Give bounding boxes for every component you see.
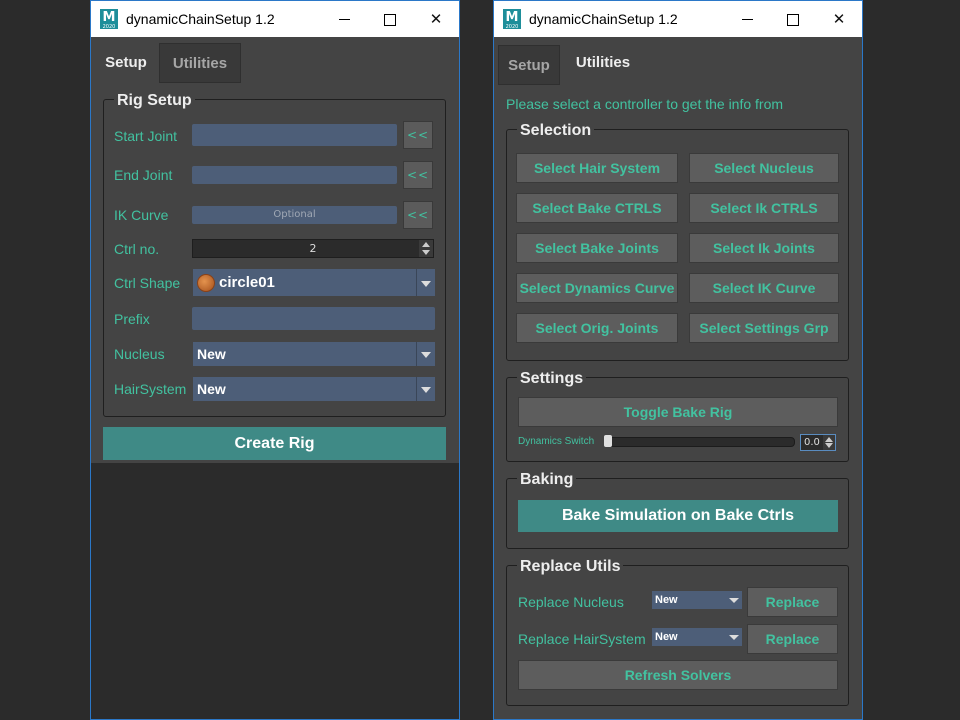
ctrl-no-label: Ctrl no. — [114, 241, 160, 257]
circle-shape-icon — [197, 274, 215, 292]
replace-hairsystem-label: Replace HairSystem — [518, 631, 646, 647]
chevron-down-icon — [416, 269, 435, 296]
maximize-icon[interactable] — [367, 1, 413, 37]
rig-setup-title: Rig Setup — [114, 92, 195, 110]
select-ik-ctrls-button[interactable]: Select Ik CTRLS — [689, 193, 839, 223]
dynamics-switch-value: 0.0 — [804, 437, 820, 448]
ctrl-no-spinbox[interactable]: 2 — [192, 239, 434, 258]
replace-hairsystem-button[interactable]: Replace — [747, 624, 838, 654]
tab-setup[interactable]: Setup — [498, 45, 560, 85]
select-orig-joints-button[interactable]: Select Orig. Joints — [516, 313, 678, 343]
dynamics-switch-slider[interactable] — [604, 437, 795, 447]
tab-setup[interactable]: Setup — [95, 43, 157, 85]
ctrl-shape-label: Ctrl Shape — [114, 275, 181, 291]
hairsystem-value: New — [197, 381, 226, 397]
replace-hairsystem-value: New — [655, 631, 678, 643]
dynamics-switch-value-box[interactable]: 0.0 — [800, 434, 836, 451]
close-icon[interactable]: ✕ — [413, 1, 459, 37]
replace-nucleus-value: New — [655, 594, 678, 606]
title-bar[interactable]: M 2020 dynamicChainSetup 1.2 ✕ — [494, 1, 862, 37]
dynamics-switch-stepper[interactable] — [823, 435, 835, 450]
nucleus-label: Nucleus — [114, 346, 165, 362]
ctrl-shape-value: circle01 — [219, 274, 275, 291]
ik-curve-label: IK Curve — [114, 207, 169, 223]
select-ik-curve-button[interactable]: Select IK Curve — [689, 273, 839, 303]
start-joint-pick-button[interactable]: << — [403, 121, 433, 149]
nucleus-dropdown[interactable]: New — [193, 342, 435, 366]
maximize-icon[interactable] — [770, 1, 816, 37]
refresh-solvers-button[interactable]: Refresh Solvers — [518, 660, 838, 690]
window-utilities: M 2020 dynamicChainSetup 1.2 ✕ Setup Util… — [493, 0, 863, 720]
ctrl-no-stepper[interactable] — [419, 240, 433, 257]
prefix-label: Prefix — [114, 311, 150, 327]
chevron-down-icon — [726, 628, 742, 646]
start-joint-field[interactable] — [192, 124, 397, 146]
close-icon[interactable]: ✕ — [816, 1, 862, 37]
baking-group: Baking Bake Simulation on Bake Ctrls — [506, 471, 849, 549]
ik-curve-pick-button[interactable]: << — [403, 201, 433, 229]
rig-setup-group: Rig Setup Start Joint << End Joint << IK… — [103, 92, 446, 417]
minimize-icon[interactable] — [321, 1, 367, 37]
chevron-down-icon — [416, 377, 435, 401]
selection-title: Selection — [517, 122, 595, 140]
end-joint-label: End Joint — [114, 167, 173, 183]
select-bake-joints-button[interactable]: Select Bake Joints — [516, 233, 678, 263]
maya-app-icon: M 2020 — [100, 9, 118, 30]
replace-nucleus-label: Replace Nucleus — [518, 594, 624, 610]
window-title: dynamicChainSetup 1.2 — [529, 11, 678, 27]
nucleus-value: New — [197, 346, 226, 362]
panel-empty-area — [91, 463, 459, 719]
end-joint-field[interactable] — [192, 166, 397, 184]
start-joint-label: Start Joint — [114, 128, 178, 144]
dynamics-switch-label: Dynamics Switch — [518, 436, 595, 447]
select-hair-system-button[interactable]: Select Hair System — [516, 153, 678, 183]
hairsystem-label: HairSystem — [114, 381, 187, 397]
ik-curve-field[interactable]: Optional — [192, 206, 397, 224]
replace-utils-group: Replace Utils Replace Nucleus New Replac… — [506, 558, 849, 706]
hairsystem-dropdown[interactable]: New — [193, 377, 435, 401]
minimize-icon[interactable] — [724, 1, 770, 37]
maya-app-icon: M 2020 — [503, 9, 521, 30]
setup-panel: Rig Setup Start Joint << End Joint << IK… — [91, 85, 459, 719]
settings-title: Settings — [517, 370, 587, 388]
end-joint-pick-button[interactable]: << — [403, 161, 433, 189]
chevron-down-icon — [416, 342, 435, 366]
window-setup: M 2020 dynamicChainSetup 1.2 ✕ Setup Util… — [90, 0, 460, 720]
select-bake-ctrls-button[interactable]: Select Bake CTRLS — [516, 193, 678, 223]
tab-utilities[interactable]: Utilities — [562, 43, 644, 85]
chevron-down-icon — [726, 591, 742, 609]
replace-hairsystem-dropdown[interactable]: New — [652, 628, 742, 646]
select-ik-joints-button[interactable]: Select Ik Joints — [689, 233, 839, 263]
baking-title: Baking — [517, 471, 577, 489]
title-bar[interactable]: M 2020 dynamicChainSetup 1.2 ✕ — [91, 1, 459, 37]
prefix-field[interactable] — [192, 307, 435, 330]
toggle-bake-rig-button[interactable]: Toggle Bake Rig — [518, 397, 838, 427]
settings-group: Settings Toggle Bake Rig Dynamics Switch… — [506, 370, 849, 462]
replace-nucleus-button[interactable]: Replace — [747, 587, 838, 617]
ctrl-shape-dropdown[interactable]: circle01 — [193, 269, 435, 296]
selection-group: Selection Select Hair System Select Nucle… — [506, 122, 849, 361]
replace-utils-title: Replace Utils — [517, 558, 624, 576]
tab-utilities[interactable]: Utilities — [159, 43, 241, 83]
client-area: Setup Utilities Rig Setup Start Joint <<… — [91, 37, 459, 719]
dynamics-switch-handle[interactable] — [604, 435, 612, 447]
select-dynamics-curve-button[interactable]: Select Dynamics Curve — [516, 273, 678, 303]
select-nucleus-button[interactable]: Select Nucleus — [689, 153, 839, 183]
select-settings-grp-button[interactable]: Select Settings Grp — [689, 313, 839, 343]
window-title: dynamicChainSetup 1.2 — [126, 11, 275, 27]
info-text: Please select a controller to get the in… — [506, 96, 784, 112]
utilities-panel: Please select a controller to get the in… — [494, 85, 862, 719]
create-rig-button[interactable]: Create Rig — [103, 427, 446, 460]
ik-curve-placeholder: Optional — [273, 209, 316, 220]
client-area: Setup Utilities Please select a controll… — [494, 37, 862, 719]
ctrl-no-value: 2 — [309, 242, 317, 255]
bake-simulation-button[interactable]: Bake Simulation on Bake Ctrls — [518, 500, 838, 532]
replace-nucleus-dropdown[interactable]: New — [652, 591, 742, 609]
